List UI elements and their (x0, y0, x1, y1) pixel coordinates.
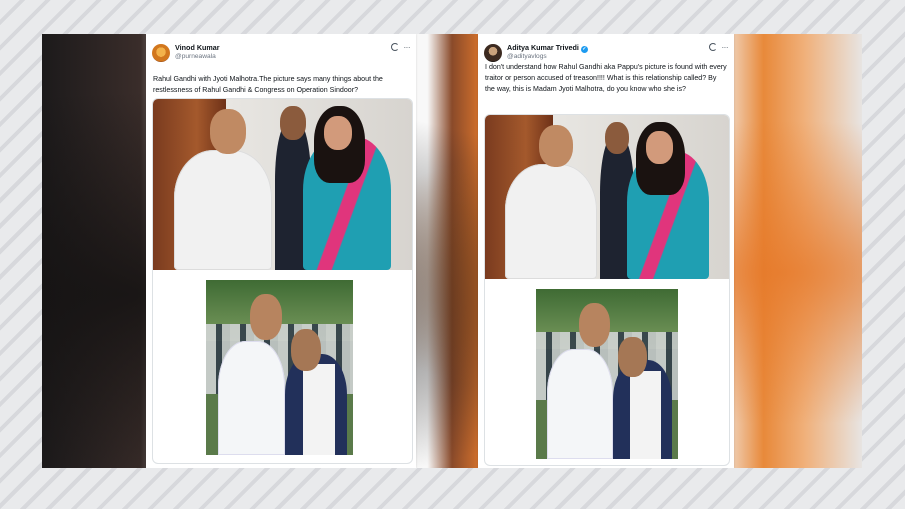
photo-crowd-selfie[interactable] (206, 280, 353, 455)
photo-person (323, 116, 353, 151)
photo-person (173, 150, 273, 270)
screenshot-banner: Vinod Kumar @purneawala ··· Rahul Gandhi… (42, 34, 862, 468)
photo-person (629, 370, 661, 459)
photo-person (618, 336, 647, 378)
grok-icon[interactable] (708, 43, 717, 51)
avatar[interactable] (152, 44, 170, 62)
photo-person (250, 294, 283, 340)
photo-person (646, 131, 673, 165)
tweet-text: Rahul Gandhi with Jyoti Malhotra.The pic… (153, 75, 383, 94)
author-name[interactable]: Vinod Kumar (175, 43, 220, 52)
author-name-text[interactable]: Aditya Kumar Trivedi (507, 43, 579, 52)
author-name[interactable]: Aditya Kumar Trivedi ✓ (507, 43, 588, 53)
tweet-header: Vinod Kumar @purneawala ··· (146, 34, 416, 74)
tweet-card-aditya-kumar-trivedi: Aditya Kumar Trivedi ✓ @adityavlogs ··· I… (478, 34, 734, 468)
tweet-actions: ··· (390, 43, 411, 52)
tweet-card-vinod-kumar: Vinod Kumar @purneawala ··· Rahul Gandhi… (146, 34, 416, 468)
photo-person (538, 124, 573, 168)
avatar[interactable] (484, 44, 502, 62)
photo-person (604, 121, 629, 155)
more-icon[interactable]: ··· (722, 43, 729, 52)
tweet-actions: ··· (708, 43, 729, 52)
author-handle[interactable]: @purneawala (175, 53, 216, 60)
tweet-header: Aditya Kumar Trivedi ✓ @adityavlogs ··· (478, 34, 734, 74)
photo-person (578, 302, 610, 347)
photo-person (303, 364, 336, 455)
tweet-media[interactable] (484, 114, 730, 466)
photo-person (291, 329, 321, 371)
photo-person (217, 341, 286, 455)
grok-icon[interactable] (390, 43, 399, 51)
photo-person (504, 164, 598, 279)
photo-group-portrait[interactable] (153, 99, 412, 270)
tweet-media[interactable] (152, 98, 413, 464)
author-handle[interactable]: @adityavlogs (507, 53, 547, 60)
photo-person (209, 109, 247, 154)
photo-person (279, 105, 306, 141)
photo-crowd-selfie[interactable] (536, 289, 678, 459)
verified-badge-icon: ✓ (580, 46, 588, 53)
photo-person (547, 348, 613, 459)
more-icon[interactable]: ··· (404, 43, 411, 52)
photo-group-portrait[interactable] (485, 115, 729, 279)
